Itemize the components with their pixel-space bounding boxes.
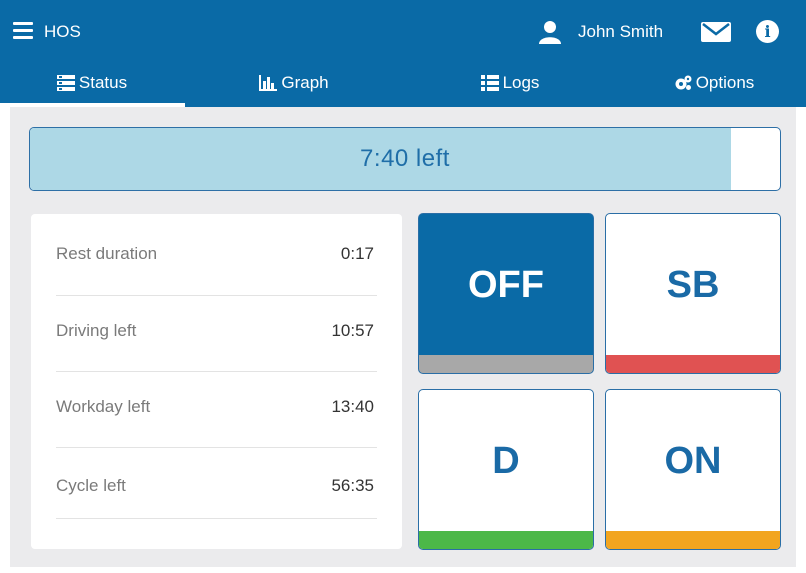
duty-status-code: OFF xyxy=(468,263,544,306)
app-title: HOS xyxy=(44,22,81,41)
tab-label: Options xyxy=(695,73,755,92)
duty-status-code: ON xyxy=(664,439,722,482)
tab-logs[interactable]: Logs xyxy=(418,59,602,107)
info-row-workday-left: Workday left 13:40 xyxy=(56,372,377,448)
user-icon[interactable] xyxy=(538,20,562,44)
info-icon[interactable]: i xyxy=(756,20,779,43)
duty-status-code: SB xyxy=(666,263,720,306)
info-value: 13:40 xyxy=(331,397,374,416)
hours-summary-panel: Rest duration 0:17 Driving left 10:57 Wo… xyxy=(31,214,402,549)
tab-label: Logs xyxy=(502,73,540,92)
main-panel: 7:40 left Rest duration 0:17 Driving lef… xyxy=(10,107,796,567)
duty-status-code: D xyxy=(492,439,520,482)
info-value: 10:57 xyxy=(331,321,374,340)
time-left-text: 7:40 left xyxy=(360,145,450,172)
info-value: 56:35 xyxy=(331,476,374,495)
duty-status-off-button[interactable]: OFF xyxy=(418,213,594,374)
gears-icon xyxy=(675,75,692,90)
tab-bar: Status Graph Logs Options xyxy=(0,59,806,107)
info-row-driving-left: Driving left 10:57 xyxy=(56,296,377,372)
info-label: Cycle left xyxy=(56,476,126,495)
info-label: Rest duration xyxy=(56,244,158,263)
time-left-bar: 7:40 left xyxy=(29,127,781,191)
info-row-rest-duration: Rest duration 0:17 xyxy=(56,214,377,296)
tab-status[interactable]: Status xyxy=(0,59,185,107)
tab-options[interactable]: Options xyxy=(622,59,806,107)
duty-status-color-strip xyxy=(419,355,593,373)
top-bar: HOS John Smith i xyxy=(0,0,806,59)
status-icon xyxy=(56,75,75,91)
info-row-cycle-left: Cycle left 56:35 xyxy=(56,448,377,519)
menu-icon[interactable] xyxy=(13,22,33,40)
duty-status-color-strip xyxy=(606,531,780,549)
duty-status-color-strip xyxy=(419,531,593,549)
duty-status-sb-button[interactable]: SB xyxy=(605,213,781,374)
tab-label: Graph xyxy=(281,73,329,92)
info-label: Driving left xyxy=(56,321,137,340)
duty-status-d-button[interactable]: D xyxy=(418,389,594,550)
info-value: 0:17 xyxy=(340,244,374,263)
tab-label: Status xyxy=(78,73,128,92)
graph-icon xyxy=(259,75,278,91)
mail-icon[interactable] xyxy=(701,22,731,42)
tab-graph[interactable]: Graph xyxy=(202,59,386,107)
logs-icon xyxy=(480,75,499,91)
user-name[interactable]: John Smith xyxy=(578,22,663,42)
duty-status-color-strip xyxy=(606,355,780,373)
duty-status-on-button[interactable]: ON xyxy=(605,389,781,550)
info-label: Workday left xyxy=(56,397,151,416)
